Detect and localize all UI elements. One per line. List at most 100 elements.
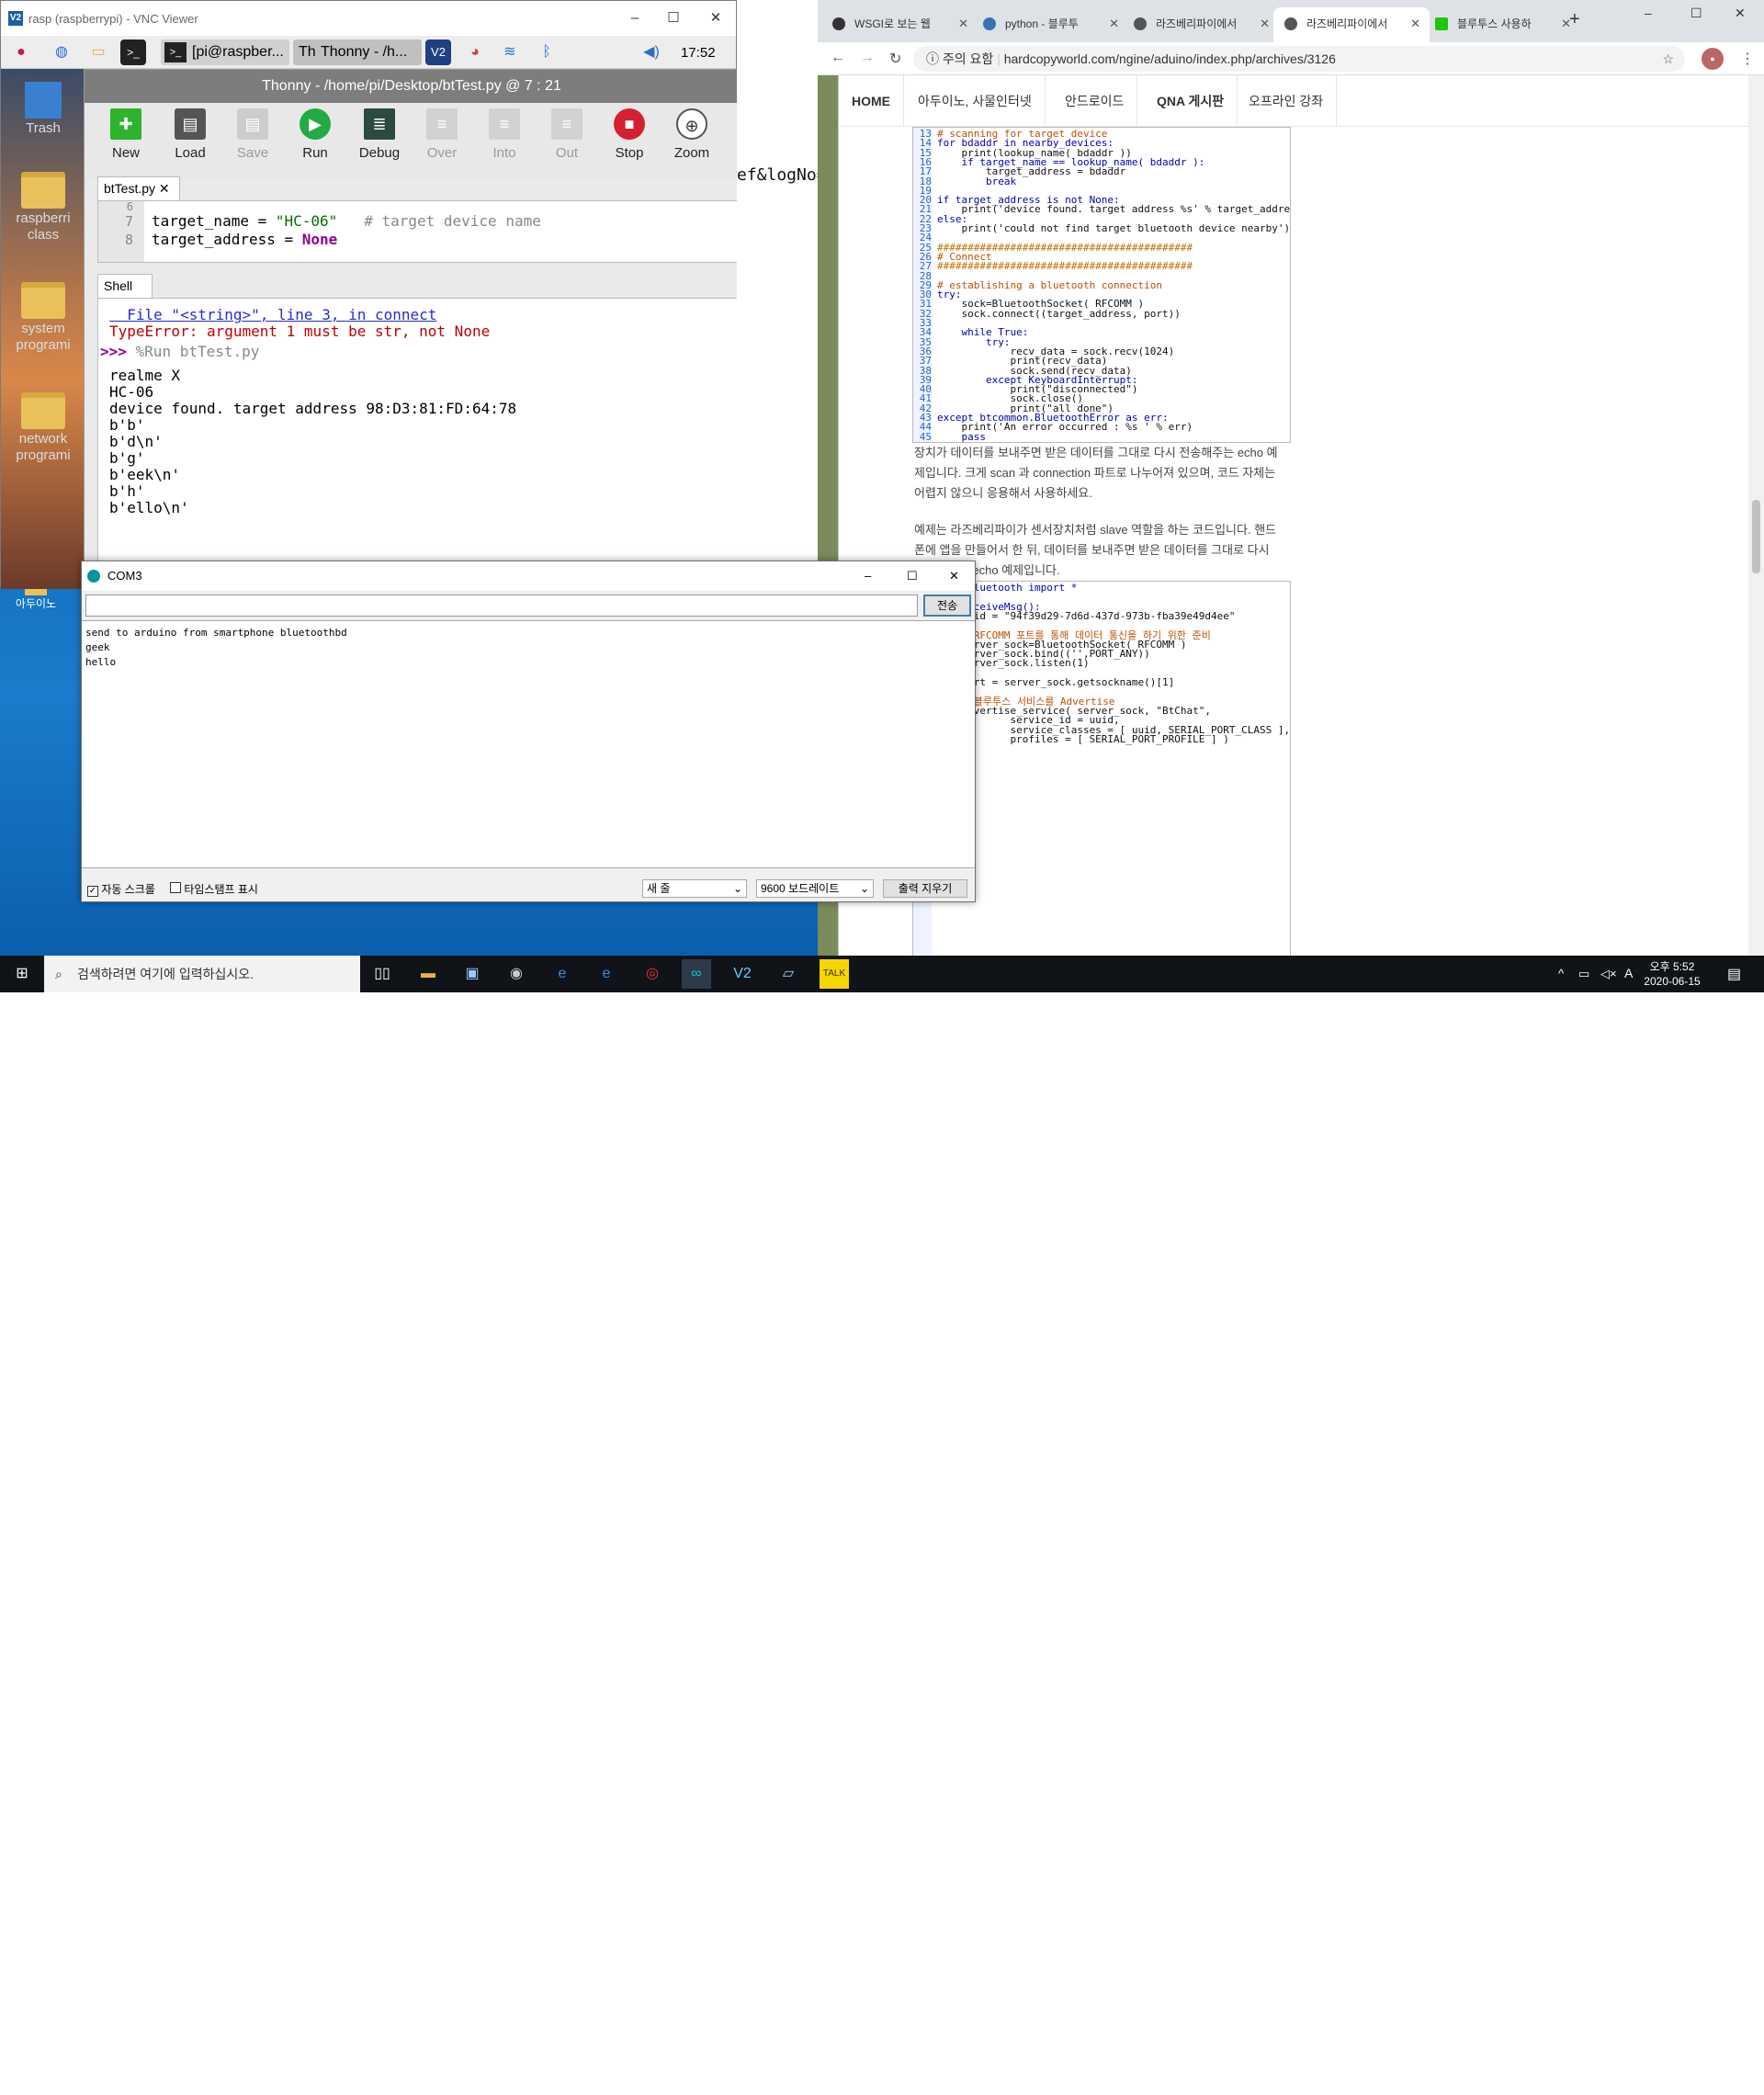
new-tab-button[interactable]: + <box>1569 9 1580 30</box>
browser-tab[interactable]: python - 블루투 ✕ <box>972 7 1128 42</box>
desktop-folder[interactable]: raspberri class <box>1 172 85 243</box>
serial-footer: ✓ 자동 스크롤 타임스탬프 표시 새 줄 ⌄ 9600 보드레이트 ⌄ 출력 지우… <box>82 874 975 901</box>
minimize-button[interactable]: – <box>865 561 871 591</box>
bluetooth-icon[interactable]: ᛒ <box>534 40 560 65</box>
debug-button[interactable]: ≣ Debug <box>349 108 410 161</box>
back-icon[interactable]: ← <box>831 50 845 66</box>
browser-tab[interactable]: WSGI로 보는 웹 ✕ <box>821 7 978 42</box>
serial-send-input[interactable] <box>85 595 918 617</box>
browser-tab[interactable]: 블루투스 사용하 ✕ <box>1424 7 1580 42</box>
clear-output-button[interactable]: 출력 지우기 <box>883 879 967 898</box>
scrollbar-thumb[interactable] <box>1752 500 1760 573</box>
step-out-button[interactable]: ≡ Out <box>537 108 597 161</box>
volume-muted-icon[interactable]: ◁× <box>1600 967 1617 981</box>
notepad-icon[interactable]: ▱ <box>774 959 803 989</box>
notification-icon[interactable]: ▤ <box>1727 965 1741 983</box>
close-button[interactable]: ✕ <box>705 8 727 28</box>
stop-button[interactable]: ■ Stop <box>599 108 660 161</box>
tool-label: Out <box>555 145 579 161</box>
app-icon[interactable]: ◉ <box>502 959 531 989</box>
minimize-button[interactable]: – <box>624 8 646 28</box>
maximize-button[interactable]: ☐ <box>907 561 918 591</box>
minimize-button[interactable]: – <box>1645 6 1652 20</box>
volume-icon[interactable]: ◀) <box>639 40 664 65</box>
editor-tab[interactable]: btTest.py ✕ <box>97 176 180 200</box>
send-button[interactable]: 전송 <box>923 595 971 617</box>
raspberry-menu-icon[interactable]: ● <box>8 40 34 65</box>
tab-close-icon[interactable]: ✕ <box>1410 7 1420 40</box>
page-scrollbar[interactable] <box>1748 75 1764 956</box>
taskbar-thonny-button[interactable]: Th Thonny - /h... <box>293 40 422 65</box>
browser-tab-active[interactable]: 라즈베리파이에서 ✕ <box>1273 7 1430 42</box>
close-button[interactable]: ✕ <box>1735 6 1746 21</box>
tab-label: 라즈베리파이에서 <box>1306 17 1388 30</box>
omnibox[interactable]: ⓘ 주의 요함 | hardcopyworld.com/ngine/aduino… <box>913 46 1685 72</box>
nav-offline-course[interactable]: 오프라인 강좌 <box>1236 75 1338 127</box>
clock-time: 오후 5:52 <box>1649 960 1695 973</box>
desktop-folder[interactable]: system programi <box>1 282 85 354</box>
code-editor[interactable]: 6 7 8 target_name = "HC-06" # target dev… <box>97 200 739 263</box>
close-button[interactable]: ✕ <box>949 561 959 591</box>
kakaotalk-icon[interactable]: TALK <box>820 959 849 989</box>
tab-close-icon[interactable]: ✕ <box>958 7 968 40</box>
nav-qna[interactable]: QNA 게시판 <box>1144 75 1238 127</box>
autoscroll-checkbox[interactable]: ✓ 자동 스크롤 <box>87 881 155 897</box>
step-into-button[interactable]: ≡ Into <box>474 108 535 161</box>
taskbar-clock[interactable]: 오후 5:52 2020-06-15 <box>1635 959 1709 989</box>
code-keyword: None <box>301 231 338 248</box>
chrome-icon[interactable]: ◎ <box>638 959 667 989</box>
file-manager-icon[interactable]: ▭ <box>85 40 111 65</box>
maximize-button[interactable]: ☐ <box>1690 6 1702 21</box>
reload-icon[interactable]: ↻ <box>889 50 901 68</box>
ie-icon[interactable]: e <box>548 959 577 989</box>
vnc-icon[interactable]: V2 <box>425 40 451 65</box>
timestamp-checkbox[interactable]: 타임스탬프 표시 <box>170 881 258 897</box>
step-over-button[interactable]: ≡ Over <box>412 108 472 161</box>
taskbar-search-input[interactable]: ⌕ 검색하려면 여기에 입력하십시오. <box>44 956 360 992</box>
profile-avatar[interactable]: ● <box>1702 48 1724 70</box>
nav-home[interactable]: HOME <box>839 75 904 127</box>
run-button[interactable]: ▶ Run <box>285 108 345 161</box>
store-icon[interactable]: ▣ <box>458 959 487 989</box>
edge-icon[interactable]: e <box>592 959 621 989</box>
nav-android[interactable]: 안드로이드 <box>1052 75 1138 127</box>
windows-start-icon[interactable]: ⊞ <box>7 959 37 989</box>
checkbox-label: 타임스탬프 표시 <box>184 883 258 896</box>
forward-icon[interactable]: → <box>860 50 875 66</box>
shell-panel[interactable]: File "<string>", line 3, in connect Type… <box>97 298 739 590</box>
color-wheel-icon[interactable]: ◕ <box>462 40 488 65</box>
desktop-trash[interactable]: Trash <box>1 82 85 137</box>
network-icon[interactable]: ▭ <box>1578 967 1589 981</box>
ime-indicator[interactable]: A <box>1624 966 1633 980</box>
task-view-icon[interactable]: ▯▯ <box>368 959 397 989</box>
terminal-icon[interactable]: >_ <box>120 40 146 65</box>
save-button[interactable]: ▤ Save <box>222 108 283 161</box>
menu-kebab-icon[interactable]: ⋮ <box>1740 50 1755 68</box>
pi-desktop: Trash raspberri class system programi ne… <box>1 69 85 589</box>
nav-arduino-iot[interactable]: 아두이노, 사물인터넷 <box>905 75 1046 127</box>
bookmark-star-icon[interactable]: ☆ <box>1662 46 1674 72</box>
shell-tab[interactable]: Shell <box>97 274 153 298</box>
new-button[interactable]: ✚ New <box>96 108 156 161</box>
line-ending-select[interactable]: 새 줄 ⌄ <box>642 879 747 898</box>
web-browser-icon[interactable]: ◍ <box>49 40 74 65</box>
explorer-icon[interactable]: ▬ <box>413 959 443 989</box>
tab-close-icon[interactable]: ✕ <box>1109 7 1119 40</box>
info-icon[interactable]: ⓘ <box>926 51 943 66</box>
wifi-icon[interactable]: ≋ <box>497 40 523 65</box>
maximize-button[interactable]: ☐ <box>662 8 684 28</box>
browser-tab[interactable]: 라즈베리파이에서 ✕ <box>1123 7 1279 42</box>
desktop-folder[interactable]: network programi <box>1 392 85 464</box>
traceback-file-link[interactable]: File "<string>", line 3, in connect <box>109 306 436 323</box>
arduino-taskbar-icon[interactable]: ∞ <box>682 959 711 989</box>
tray-chevron-icon[interactable]: ^ <box>1558 967 1564 980</box>
stop-icon: ■ <box>614 108 645 140</box>
taskbar-terminal-button[interactable]: >_ [pi@raspber... <box>161 40 289 65</box>
zoom-button[interactable]: ⊕ Zoom <box>662 108 722 161</box>
search-placeholder: 검색하려면 여기에 입력하십시오. <box>77 967 254 981</box>
baud-rate-select[interactable]: 9600 보드레이트 ⌄ <box>756 879 874 898</box>
code-line: sock.connect((target_address, port)) <box>937 307 1181 320</box>
vnc-taskbar-icon[interactable]: V2 <box>728 959 757 989</box>
load-button[interactable]: ▤ Load <box>160 108 220 161</box>
tab-close-icon[interactable]: ✕ <box>1260 7 1270 40</box>
